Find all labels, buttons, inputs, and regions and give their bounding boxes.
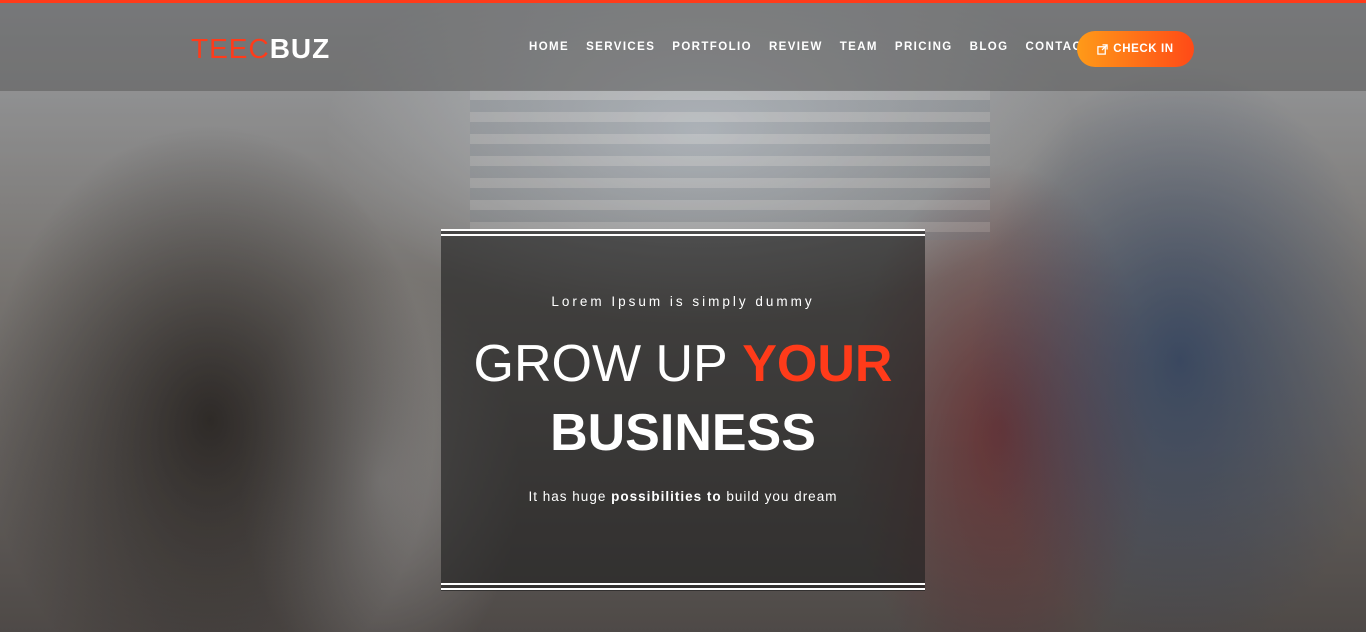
hero-headline-line2: BUSINESS (550, 404, 816, 462)
hero-subtext: It has huge possibilities to build you d… (441, 489, 925, 504)
headline-thin-text: GROW UP (473, 335, 728, 393)
hero-bottom-rule-2 (441, 588, 925, 590)
subtext-pre: It has huge (528, 489, 607, 504)
logo[interactable]: TEECBUZ (191, 35, 330, 63)
nav-item-blog[interactable]: BLOG (970, 41, 1009, 53)
hero-top-rule-2 (441, 234, 925, 236)
landing-page: TEECBUZ HOME SERVICES PORTFOLIO REVIEW T… (0, 0, 1366, 632)
main-nav: HOME SERVICES PORTFOLIO REVIEW TEAM PRIC… (529, 41, 1108, 53)
hero-headline-line1: GROW UP YOUR (441, 334, 925, 394)
nav-item-team[interactable]: TEAM (840, 41, 878, 53)
subtext-post: build you dream (726, 489, 838, 504)
headline-accent-text: YOUR (742, 335, 893, 393)
check-in-label: CHECK IN (1113, 43, 1174, 55)
nav-item-home[interactable]: HOME (529, 41, 569, 53)
check-in-button[interactable]: CHECK IN (1077, 31, 1194, 67)
nav-item-review[interactable]: REVIEW (769, 41, 823, 53)
hero-bottom-rule-1 (441, 583, 925, 585)
logo-part2: BUZ (269, 33, 331, 64)
nav-item-portfolio[interactable]: PORTFOLIO (672, 41, 752, 53)
subtext-bold: possibilities to (611, 489, 722, 504)
logo-part1: TEEC (191, 33, 270, 64)
nav-item-pricing[interactable]: PRICING (895, 41, 953, 53)
nav-item-services[interactable]: SERVICES (586, 41, 655, 53)
external-link-icon (1097, 43, 1109, 55)
navbar: TEECBUZ HOME SERVICES PORTFOLIO REVIEW T… (0, 3, 1366, 91)
hero-top-rule-1 (441, 229, 925, 231)
hero-tagline: Lorem Ipsum is simply dummy (551, 294, 815, 309)
